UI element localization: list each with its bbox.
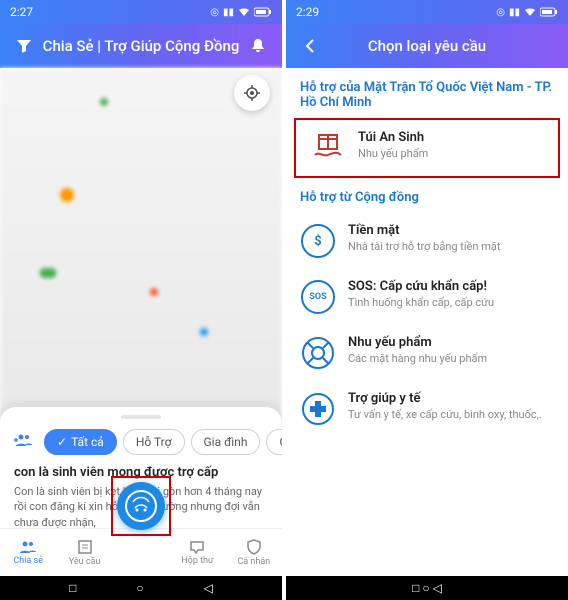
group-icon[interactable] (10, 429, 38, 455)
nav-recent-icon[interactable]: □ ○ ◁ (412, 581, 442, 595)
option-sub: Các mặt hàng nhu yếu phẩm (348, 352, 554, 365)
option-title: Trợ giúp y tế (348, 391, 554, 406)
option-title: Nhu yếu phẩm (348, 335, 554, 350)
section-community: Hỗ trợ từ Cộng đồng (286, 178, 568, 213)
option-title: Túi An Sinh (358, 130, 544, 145)
nav-back-icon[interactable]: ◁ (204, 581, 213, 595)
back-icon[interactable] (298, 34, 322, 58)
chip-family[interactable]: Gia đình (191, 429, 261, 455)
right-screen: 2:29 ◎ ▮▮ Chọn loại yêu cầu Hỗ trợ của M… (286, 0, 568, 600)
option-medical[interactable]: Trợ giúp y tế Tư vấn y tế, xe cấp cứu, b… (286, 381, 568, 437)
section-govt: Hỗ trợ của Mặt Trận Tổ Quốc Việt Nam - T… (286, 68, 568, 118)
location-icon: ◎ (210, 7, 219, 18)
option-title: SOS: Cấp cứu khẩn cấp! (348, 279, 554, 294)
status-time: 2:29 (296, 5, 319, 19)
header: Chọn loại yêu cầu (286, 24, 568, 68)
option-sub: Tình huống khẩn cấp, cấp cứu (348, 296, 554, 309)
nav-request[interactable]: Yêu cầu (56, 529, 112, 576)
option-sos[interactable]: SOS SOS: Cấp cứu khẩn cấp! Tình huống kh… (286, 269, 568, 325)
status-bar: 2:27 ◎ ▮▮ (0, 0, 282, 24)
chip-community[interactable]: Cộng (266, 429, 282, 455)
location-icon: ◎ (496, 7, 505, 18)
option-title: Tiền mặt (348, 223, 554, 238)
signal-icon: ▮▮ (509, 7, 520, 18)
option-tui-an-sinh[interactable]: Túi An Sinh Nhu yếu phẩm (294, 118, 560, 178)
nav-profile[interactable]: Cá nhân (226, 529, 282, 576)
sheet-handle[interactable] (121, 415, 161, 419)
nav-home-icon[interactable]: ○ (136, 581, 143, 595)
header-title: Chia Sẻ | Trợ Giúp Cộng Đồng (36, 37, 246, 55)
nav-center (113, 529, 169, 576)
bottom-nav: Chia sẻ Yêu cầu Hộp thư Cá nhân (0, 528, 282, 576)
nav-share[interactable]: Chia sẻ (0, 529, 56, 576)
option-sub: Nhà tài trợ hỗ trợ bằng tiền mặt (348, 240, 554, 253)
nav-home-icon[interactable]: ○ (422, 581, 429, 595)
medical-icon (300, 391, 336, 427)
battery-icon (540, 7, 558, 17)
post-title: con là sinh viên mong được trợ cấp (14, 465, 268, 480)
status-icons: ◎ ▮▮ (210, 7, 272, 18)
bell-icon[interactable] (246, 34, 270, 58)
dollar-icon: $ (300, 223, 336, 259)
left-screen: 2:27 ◎ ▮▮ Chia Sẻ | Trợ Giúp Cộng Đồng (0, 0, 282, 600)
locate-button[interactable] (234, 75, 270, 111)
android-nav: □ ○ ◁ (286, 576, 568, 600)
package-icon (310, 130, 346, 166)
option-sub: Tư vấn y tế, xe cấp cứu, bình oxy, thuốc… (348, 408, 554, 421)
wifi-icon (238, 7, 250, 17)
option-sub: Nhu yếu phẩm (358, 147, 544, 160)
status-icons: ◎ ▮▮ (496, 7, 558, 18)
status-bar: 2:29 ◎ ▮▮ (286, 0, 568, 24)
filter-icon[interactable] (12, 34, 36, 58)
map[interactable] (0, 68, 282, 448)
android-nav: □ ○ ◁ (0, 576, 282, 600)
chip-support[interactable]: Hỗ Trợ (123, 429, 185, 455)
option-supplies[interactable]: Nhu yếu phẩm Các mặt hàng nhu yếu phẩm (286, 325, 568, 381)
sos-icon: SOS (300, 279, 336, 315)
nav-inbox[interactable]: Hộp thư (169, 529, 225, 576)
signal-icon: ▮▮ (223, 7, 234, 18)
header: Chia Sẻ | Trợ Giúp Cộng Đồng (0, 24, 282, 68)
battery-icon (254, 7, 272, 17)
header-title: Chọn loại yêu cầu (322, 37, 532, 55)
filter-chips: ✓ Tất cả Hỗ Trợ Gia đình Cộng (0, 429, 282, 455)
status-time: 2:27 (10, 5, 33, 19)
option-cash[interactable]: $ Tiền mặt Nhà tài trợ hỗ trợ bằng tiền … (286, 213, 568, 269)
nav-recent-icon[interactable]: □ (69, 581, 76, 595)
lifebuoy-icon (300, 335, 336, 371)
fab-main[interactable] (117, 482, 165, 530)
nav-back-icon[interactable]: ◁ (433, 581, 442, 595)
wifi-icon (524, 7, 536, 17)
chip-all[interactable]: ✓ Tất cả (44, 429, 117, 455)
